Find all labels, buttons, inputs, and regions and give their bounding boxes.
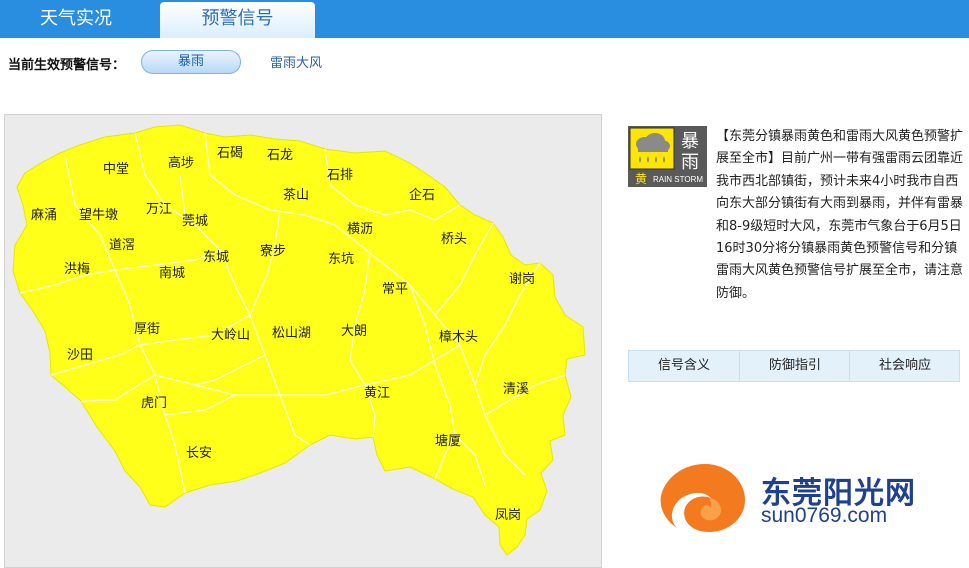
town-label: 企石 [409, 187, 435, 203]
town-label: 高埗 [168, 155, 194, 171]
town-label: 厚街 [134, 322, 160, 337]
town-label: 黄江 [364, 386, 390, 401]
town-label: 常平 [382, 282, 408, 297]
town-label: 莞城 [182, 214, 208, 229]
active-signals-row: 当前生效预警信号： 暴雨 雷雨大风 [0, 50, 969, 76]
town-label: 长安 [186, 446, 212, 461]
town-label: 塘厦 [435, 433, 461, 449]
town-label: 松山湖 [272, 326, 311, 341]
town-label: 麻涌 [31, 208, 57, 223]
town-label: 谢岗 [509, 271, 535, 287]
town-label: 石排 [327, 168, 353, 183]
town-label: 中堂 [103, 162, 129, 177]
town-label: 东城 [203, 250, 229, 265]
signal-rainstorm-button[interactable]: 暴雨 [141, 50, 241, 74]
brand-url: sun0769.com [761, 504, 888, 527]
town-label: 南城 [159, 265, 185, 281]
town-label: 望牛墩 [79, 207, 118, 223]
rainstorm-yellow-warning-icon: 暴 雨 黄 RAIN STORM [628, 126, 707, 187]
town-label: 石龙 [267, 148, 293, 163]
tab-social-response[interactable]: 社会响应 [849, 351, 960, 381]
dongguan-map-svg: 中堂 高埗 石碣 石龙 石排 茶山 企石 麻涌 望牛墩 万江 莞城 道滘 东城 … [12, 124, 586, 556]
tab-defense-guide[interactable]: 防御指引 [739, 351, 850, 381]
icon-char-top: 暴 [681, 131, 699, 152]
town-label: 石碣 [217, 146, 243, 161]
signal-info-tabs: 信号含义 防御指引 社会响应 [628, 350, 960, 382]
town-label: 横沥 [347, 222, 373, 237]
tab-weather-live[interactable]: 天气实况 [0, 0, 152, 38]
town-label: 寮步 [260, 243, 286, 259]
active-signals-label: 当前生效预警信号： [8, 58, 126, 73]
tab-signal-meaning[interactable]: 信号含义 [629, 351, 739, 381]
icon-char-bottom: 雨 [681, 152, 699, 173]
icon-level: 黄 [635, 172, 647, 186]
sun0769-logo: 东莞阳光网 sun0769.com [655, 458, 955, 538]
signal-thunderstorm-wind-link[interactable]: 雷雨大风 [270, 52, 322, 71]
town-label: 樟木头 [439, 330, 478, 345]
town-label: 东坑 [328, 252, 354, 267]
sun-swirl-icon [660, 464, 745, 532]
town-label: 茶山 [283, 187, 309, 203]
town-label: 虎门 [141, 396, 167, 411]
icon-english: RAIN STORM [653, 175, 703, 184]
town-label: 清溪 [503, 382, 529, 397]
town-label: 洪梅 [64, 262, 90, 277]
town-label: 万江 [146, 202, 172, 217]
town-label: 沙田 [67, 348, 93, 363]
town-label: 凤岗 [495, 508, 521, 523]
town-label: 桥头 [441, 232, 467, 247]
top-tab-bar: 天气实况 预警信号 [0, 0, 969, 38]
town-label: 大岭山 [211, 328, 250, 343]
town-label: 道滘 [109, 238, 135, 253]
town-label: 大朗 [341, 324, 367, 339]
tab-warning-signal[interactable]: 预警信号 [160, 2, 315, 38]
warning-description: 【东莞分镇暴雨黄色和雷雨大风黄色预警扩展至全市】目前广州一带有强雷雨云团靠近我市… [716, 129, 964, 301]
warning-map: 中堂 高埗 石碣 石龙 石排 茶山 企石 麻涌 望牛墩 万江 莞城 道滘 东城 … [4, 114, 602, 568]
